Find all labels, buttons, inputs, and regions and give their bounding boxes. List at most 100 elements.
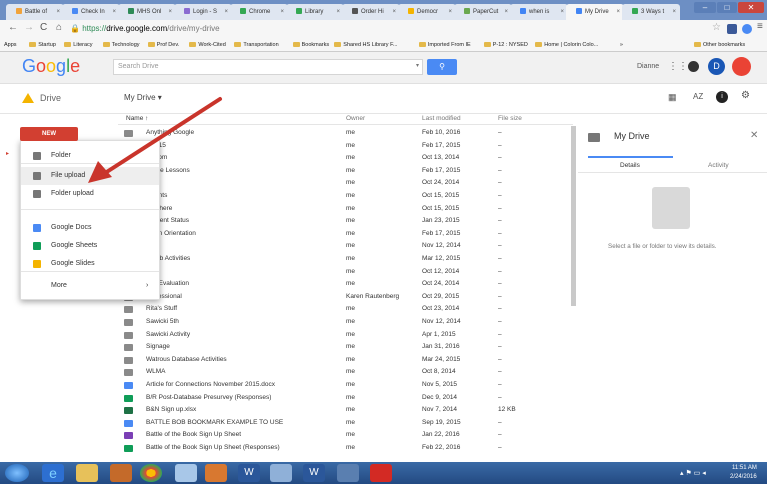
new-menu-item[interactable]: More › — [21, 277, 159, 295]
notifications-icon[interactable] — [688, 61, 699, 72]
tab-close-icon[interactable]: × — [336, 4, 340, 20]
column-header-modified[interactable]: Last modified — [422, 115, 461, 122]
extension-icon[interactable] — [727, 24, 737, 34]
tab-activity[interactable]: Activity — [708, 162, 729, 169]
file-row[interactable]: hman Orientation me Feb 17, 2015– — [118, 228, 573, 241]
file-row[interactable]: Watrous Database Activities me Mar 24, 201… — [118, 354, 573, 367]
bookmark-item[interactable]: Prof Dev. — [147, 40, 179, 50]
word-icon[interactable]: W — [238, 464, 260, 482]
file-row[interactable]: files heremeOct 15, 2015– — [118, 203, 573, 216]
bookmark-item[interactable]: Literacy — [64, 40, 93, 50]
tab-details[interactable]: Details — [620, 162, 640, 169]
apps-grid-icon[interactable]: ⋮⋮ — [668, 61, 688, 72]
file-row[interactable]: Signage me Jan 31, 2016 – — [118, 341, 573, 354]
tab-close-icon[interactable]: × — [672, 4, 676, 20]
browser-tab[interactable]: PaperCut × — [454, 4, 512, 20]
file-row[interactable]: umentsmeOct 15, 2015– — [118, 190, 573, 203]
bookmark-item[interactable]: Shared HS Library F... — [334, 40, 397, 50]
tab-close-icon[interactable]: × — [224, 4, 228, 20]
outlook-icon[interactable] — [205, 464, 227, 482]
file-row[interactable]: BATTLE BOB BOOKMARK EXAMPLE TO USE me Sep … — [118, 417, 573, 430]
new-menu-item[interactable]: Folder upload — [21, 185, 159, 203]
chrome-menu-icon[interactable]: ≡ — [757, 21, 763, 33]
browser-tab[interactable]: 3 Ways t × — [622, 4, 680, 20]
file-row[interactable]: WLMA me Oct 8, 2014 – — [118, 366, 573, 379]
profile-photo[interactable] — [732, 57, 751, 76]
forward-icon[interactable]: → — [24, 22, 34, 34]
file-row[interactable]: P ★meOct 12, 2014– — [118, 266, 573, 279]
new-menu-item[interactable]: Google Docs — [21, 219, 159, 237]
browser-tab[interactable]: Library × — [286, 4, 344, 20]
close-icon[interactable]: ✕ — [750, 130, 758, 141]
internet-explorer-icon[interactable]: e — [42, 464, 64, 482]
file-row[interactable]: ClubmeNov 12, 2014– — [118, 240, 573, 253]
bookmark-item[interactable]: Startup — [29, 40, 56, 50]
system-tray-icons[interactable]: ▴ ⚑ ▭ ◂ — [680, 469, 706, 477]
bookmark-item[interactable]: Home | Colorin Colo... — [535, 40, 598, 50]
extension-drive-icon[interactable] — [742, 24, 752, 34]
acrobat-icon[interactable] — [370, 464, 392, 482]
tab-close-icon[interactable]: × — [168, 4, 172, 20]
bookmark-item[interactable]: Transportation — [234, 40, 279, 50]
browser-tab[interactable]: Chrome × — [230, 4, 288, 20]
file-row[interactable]: Professional Karen Rautenberg Oct 29, 2015… — [118, 291, 573, 304]
home-icon[interactable]: ⌂ — [56, 22, 62, 34]
bookmark-item[interactable]: Other bookmarks — [694, 40, 745, 50]
word-doc-icon[interactable]: W — [303, 464, 325, 482]
new-button[interactable]: NEW — [20, 127, 78, 141]
tab-close-icon[interactable]: × — [56, 4, 60, 20]
browser-tab[interactable]: Order Hi × — [342, 4, 400, 20]
minimize-button[interactable]: – — [694, 2, 716, 13]
file-row[interactable]: r Web Activities me Mar 12, 2015– — [118, 253, 573, 266]
new-menu-item[interactable]: Google Sheets — [21, 237, 159, 255]
file-row[interactable]: Sawicki 5th me Nov 12, 2014 – — [118, 316, 573, 329]
file-explorer-icon[interactable] — [76, 464, 98, 482]
account-avatar[interactable]: D — [708, 58, 725, 75]
bookmark-item[interactable]: Bookmarks — [292, 40, 329, 50]
search-options-icon[interactable]: ▾ — [416, 62, 419, 69]
column-header-owner[interactable]: Owner — [346, 115, 365, 122]
tab-close-icon[interactable]: × — [280, 4, 284, 20]
tab-close-icon[interactable]: × — [392, 4, 396, 20]
file-row[interactable]: and Evaluation me Oct 24, 2014– — [118, 278, 573, 291]
search-input[interactable]: Search Drive — [113, 59, 423, 75]
tab-close-icon[interactable]: × — [112, 4, 116, 20]
bookmark-star-icon[interactable]: ☆ — [712, 22, 721, 34]
settings-gear-icon[interactable]: ⚙ — [741, 90, 750, 101]
chrome-taskbar-icon[interactable] — [140, 464, 162, 482]
tab-close-icon[interactable]: × — [448, 4, 452, 20]
tab-close-icon[interactable]: × — [560, 4, 564, 20]
search-taskbar-icon[interactable] — [175, 464, 197, 482]
file-row[interactable]: Article for Connections November 2015.do… — [118, 379, 573, 392]
info-icon[interactable]: i — [716, 91, 728, 103]
browser-tab[interactable]: My Drive × — [566, 4, 624, 20]
start-button[interactable] — [5, 464, 29, 482]
browser-tab[interactable]: Check In × — [62, 4, 120, 20]
file-row[interactable]: loyment Status me Jan 23, 2015– — [118, 215, 573, 228]
grid-view-icon[interactable]: ▦ — [668, 92, 677, 103]
bookmark-item[interactable]: Apps — [4, 40, 17, 50]
file-row[interactable]: Rita's Stuff me Oct 23, 2014 – — [118, 303, 573, 316]
bookmark-item[interactable]: » — [620, 40, 623, 50]
sort-icon[interactable]: AZ — [693, 92, 703, 101]
tab-close-icon[interactable]: × — [616, 4, 620, 20]
search-button[interactable]: ⚲ — [427, 59, 457, 75]
maximize-button[interactable]: □ — [717, 2, 737, 13]
tab-close-icon[interactable]: × — [504, 4, 508, 20]
close-window-button[interactable]: ✕ — [738, 2, 764, 13]
window-switcher-icon[interactable] — [337, 464, 359, 482]
browser-tab[interactable]: Login - S × — [174, 4, 232, 20]
app-icon[interactable] — [270, 464, 292, 482]
bookmark-item[interactable]: P-12 : NYSED — [483, 40, 528, 50]
address-bar[interactable]: 🔒 https://drive.google.com/drive/my-driv… — [70, 22, 710, 36]
bookmark-item[interactable]: Technology — [102, 40, 140, 50]
browser-tab[interactable]: Battle of × — [6, 4, 64, 20]
browser-tab[interactable]: Democr × — [398, 4, 456, 20]
file-row[interactable]: B&N Sign up.xlsx me Nov 7, 2014 12 KB — [118, 404, 573, 417]
file-row[interactable]: B/R Post-Database Presurvey (Responses) m… — [118, 392, 573, 405]
media-player-icon[interactable] — [110, 464, 132, 482]
file-row[interactable]: Battle of the Book Sign Up Sheet (Respon… — [118, 442, 573, 455]
browser-tab[interactable]: when is × — [510, 4, 568, 20]
google-logo[interactable]: Google — [22, 56, 80, 77]
reload-icon[interactable]: C — [40, 22, 47, 34]
